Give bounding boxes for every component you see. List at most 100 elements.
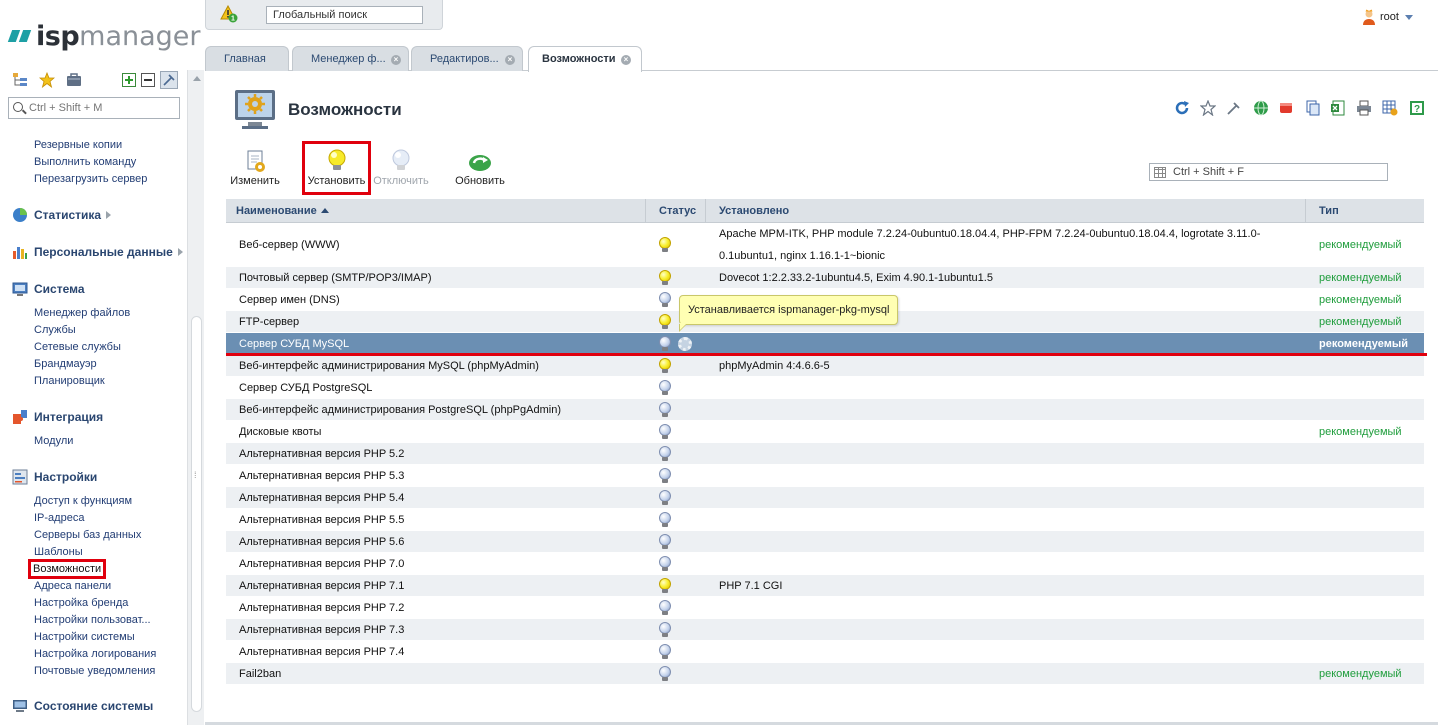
- column-header-installed[interactable]: Установлено: [706, 199, 1306, 223]
- sidebar-category-label: Интеграция: [34, 410, 104, 424]
- scrollbar-thumb[interactable]: [191, 316, 202, 712]
- sidebar-item-run-command[interactable]: Выполнить команду: [34, 156, 136, 168]
- tab-label: Менеджер ф...: [311, 53, 386, 65]
- sidebar-category-system[interactable]: Система: [12, 280, 85, 298]
- cell-status: [658, 267, 708, 288]
- sidebar-item-user-settings[interactable]: Настройки пользоват...: [34, 614, 151, 626]
- update-button[interactable]: Обновить: [450, 144, 510, 192]
- cell-type: рекомендуемый: [1319, 293, 1402, 306]
- record-icon[interactable]: [1278, 100, 1294, 116]
- table-row[interactable]: Почтовый сервер (SMTP/POP3/IMAP) Dovecot …: [226, 267, 1424, 289]
- cell-installed: [719, 619, 1294, 640]
- table-filter-input[interactable]: Ctrl + Shift + F: [1149, 163, 1388, 181]
- column-header-status[interactable]: Статус: [646, 199, 706, 223]
- bulb-off-icon: [658, 445, 672, 462]
- cell-type: рекомендуемый: [1319, 667, 1402, 680]
- tab-editor[interactable]: Редактиров... ×: [411, 46, 523, 71]
- sidebar-item-brand-settings[interactable]: Настройка бренда: [34, 597, 128, 609]
- sidebar-item-ip-addresses[interactable]: IP-адреса: [34, 512, 84, 524]
- sidebar-item-services[interactable]: Службы: [34, 324, 76, 336]
- table-row[interactable]: Альтернативная версия PHP 5.5: [226, 509, 1424, 531]
- table-row[interactable]: Веб-сервер (WWW) Apache MPM-ITK, PHP modu…: [226, 223, 1424, 267]
- warning-icon[interactable]: 1: [220, 5, 238, 23]
- tab-features[interactable]: Возможности ×: [528, 46, 642, 72]
- favorites-star-icon[interactable]: [39, 72, 55, 88]
- table-row[interactable]: Альтернативная версия PHP 7.3: [226, 619, 1424, 641]
- disable-button[interactable]: Отключить: [371, 144, 431, 192]
- sidebar-item-function-access[interactable]: Доступ к функциям: [34, 495, 132, 507]
- sidebar-item-modules[interactable]: Модули: [34, 435, 73, 447]
- table-settings-icon[interactable]: [1382, 100, 1398, 116]
- filter-placeholder: Ctrl + Shift + F: [1173, 166, 1244, 178]
- table-row[interactable]: Веб-интерфейс администрирования MySQL (p…: [226, 355, 1424, 377]
- tab-home[interactable]: Главная: [205, 46, 289, 71]
- bulb-on-icon: [658, 313, 672, 330]
- table-row[interactable]: Альтернативная версия PHP 5.2: [226, 443, 1424, 465]
- sidebar-item-backups[interactable]: Резервные копии: [34, 139, 122, 151]
- collapse-all-icon[interactable]: [140, 72, 156, 88]
- sidebar-item-reboot-server[interactable]: Перезагрузить сервер: [34, 173, 147, 185]
- tab-file-manager[interactable]: Менеджер ф... ×: [292, 46, 409, 71]
- sidebar-item-panel-addresses[interactable]: Адреса панели: [34, 580, 111, 592]
- install-button[interactable]: Установить: [302, 141, 371, 195]
- sidebar-category-statistics[interactable]: Статистика: [12, 206, 112, 224]
- sidebar-item-templates[interactable]: Шаблоны: [34, 546, 83, 558]
- sidebar-item-features[interactable]: Возможности: [27, 559, 107, 579]
- logo-mark-icon: [18, 30, 32, 42]
- close-icon[interactable]: ×: [391, 55, 401, 65]
- table-row[interactable]: Альтернативная версия PHP 7.2: [226, 597, 1424, 619]
- reload-icon[interactable]: [1174, 100, 1190, 116]
- copy-icon[interactable]: [1305, 100, 1321, 116]
- sidebar-item-db-servers[interactable]: Серверы баз данных: [34, 529, 141, 541]
- sidebar-category-label: Состояние системы: [34, 699, 154, 713]
- table-row[interactable]: Альтернативная версия PHP 7.4: [226, 641, 1424, 663]
- table-row[interactable]: Альтернативная версия PHP 7.1 PHP 7.1 CGI: [226, 575, 1424, 597]
- expand-all-icon[interactable]: [121, 72, 137, 88]
- briefcase-icon[interactable]: [66, 72, 82, 88]
- sidebar-item-scheduler[interactable]: Планировщик: [34, 375, 105, 387]
- sidebar-category-personal-data[interactable]: Персональные данные: [12, 243, 183, 261]
- sidebar-item-network-services[interactable]: Сетевые службы: [34, 341, 121, 353]
- sidebar-item-firewall[interactable]: Брандмауэр: [34, 358, 97, 370]
- sidebar-category-system-status[interactable]: Состояние системы: [12, 697, 153, 715]
- globe-icon[interactable]: [1253, 100, 1269, 116]
- star-icon[interactable]: [1200, 100, 1216, 116]
- resize-grip-icon[interactable]: ⁞: [194, 470, 197, 480]
- table-row[interactable]: Дисковые квоты рекомендуемый: [226, 421, 1424, 443]
- user-menu[interactable]: root: [1362, 8, 1413, 26]
- table-row[interactable]: Веб-интерфейс администрирования PostgreS…: [226, 399, 1424, 421]
- sidebar-item-logging-settings[interactable]: Настройка логирования: [34, 648, 156, 660]
- global-search-input[interactable]: Глобальный поиск: [266, 6, 423, 24]
- cell-installed: [719, 509, 1294, 530]
- edit-icon: [247, 150, 265, 172]
- table-row[interactable]: Альтернативная версия PHP 5.3: [226, 465, 1424, 487]
- table-row[interactable]: Сервер СУБД MySQL рекомендуемый: [226, 333, 1424, 355]
- pin-sidebar-icon[interactable]: [160, 71, 178, 89]
- sidebar-search[interactable]: [8, 97, 180, 119]
- tree-view-icon[interactable]: [12, 72, 28, 88]
- sidebar-item-system-settings[interactable]: Настройки системы: [34, 631, 135, 643]
- logo[interactable]: isp manager: [7, 20, 201, 52]
- sidebar-search-input[interactable]: [29, 100, 177, 116]
- bulb-off-icon: [658, 621, 672, 638]
- help-icon[interactable]: ?: [1409, 100, 1425, 116]
- column-header-name[interactable]: Наименование: [226, 199, 646, 223]
- table-row[interactable]: Альтернативная версия PHP 7.0: [226, 553, 1424, 575]
- edit-button[interactable]: Изменить: [226, 144, 284, 192]
- table-row[interactable]: Альтернативная версия PHP 5.4: [226, 487, 1424, 509]
- table-row[interactable]: Сервер СУБД PostgreSQL: [226, 377, 1424, 399]
- sidebar-item-file-manager[interactable]: Менеджер файлов: [34, 307, 130, 319]
- print-icon[interactable]: [1356, 100, 1372, 116]
- column-header-type[interactable]: Тип: [1306, 199, 1424, 223]
- close-icon[interactable]: ×: [505, 55, 515, 65]
- excel-icon[interactable]: [1330, 100, 1346, 116]
- table-row[interactable]: Альтернативная версия PHP 5.6: [226, 531, 1424, 553]
- sidebar-item-mail-notifications[interactable]: Почтовые уведомления: [34, 665, 155, 677]
- scroll-up-arrow-icon[interactable]: [193, 76, 201, 81]
- pin-icon[interactable]: [1226, 100, 1242, 116]
- table-row[interactable]: Fail2ban рекомендуемый: [226, 663, 1424, 685]
- close-icon[interactable]: ×: [621, 55, 631, 65]
- sidebar-category-integration[interactable]: Интеграция: [12, 408, 103, 426]
- sidebar-category-settings[interactable]: Настройки: [12, 468, 97, 486]
- sidebar-scrollbar[interactable]: ⁞: [187, 70, 204, 725]
